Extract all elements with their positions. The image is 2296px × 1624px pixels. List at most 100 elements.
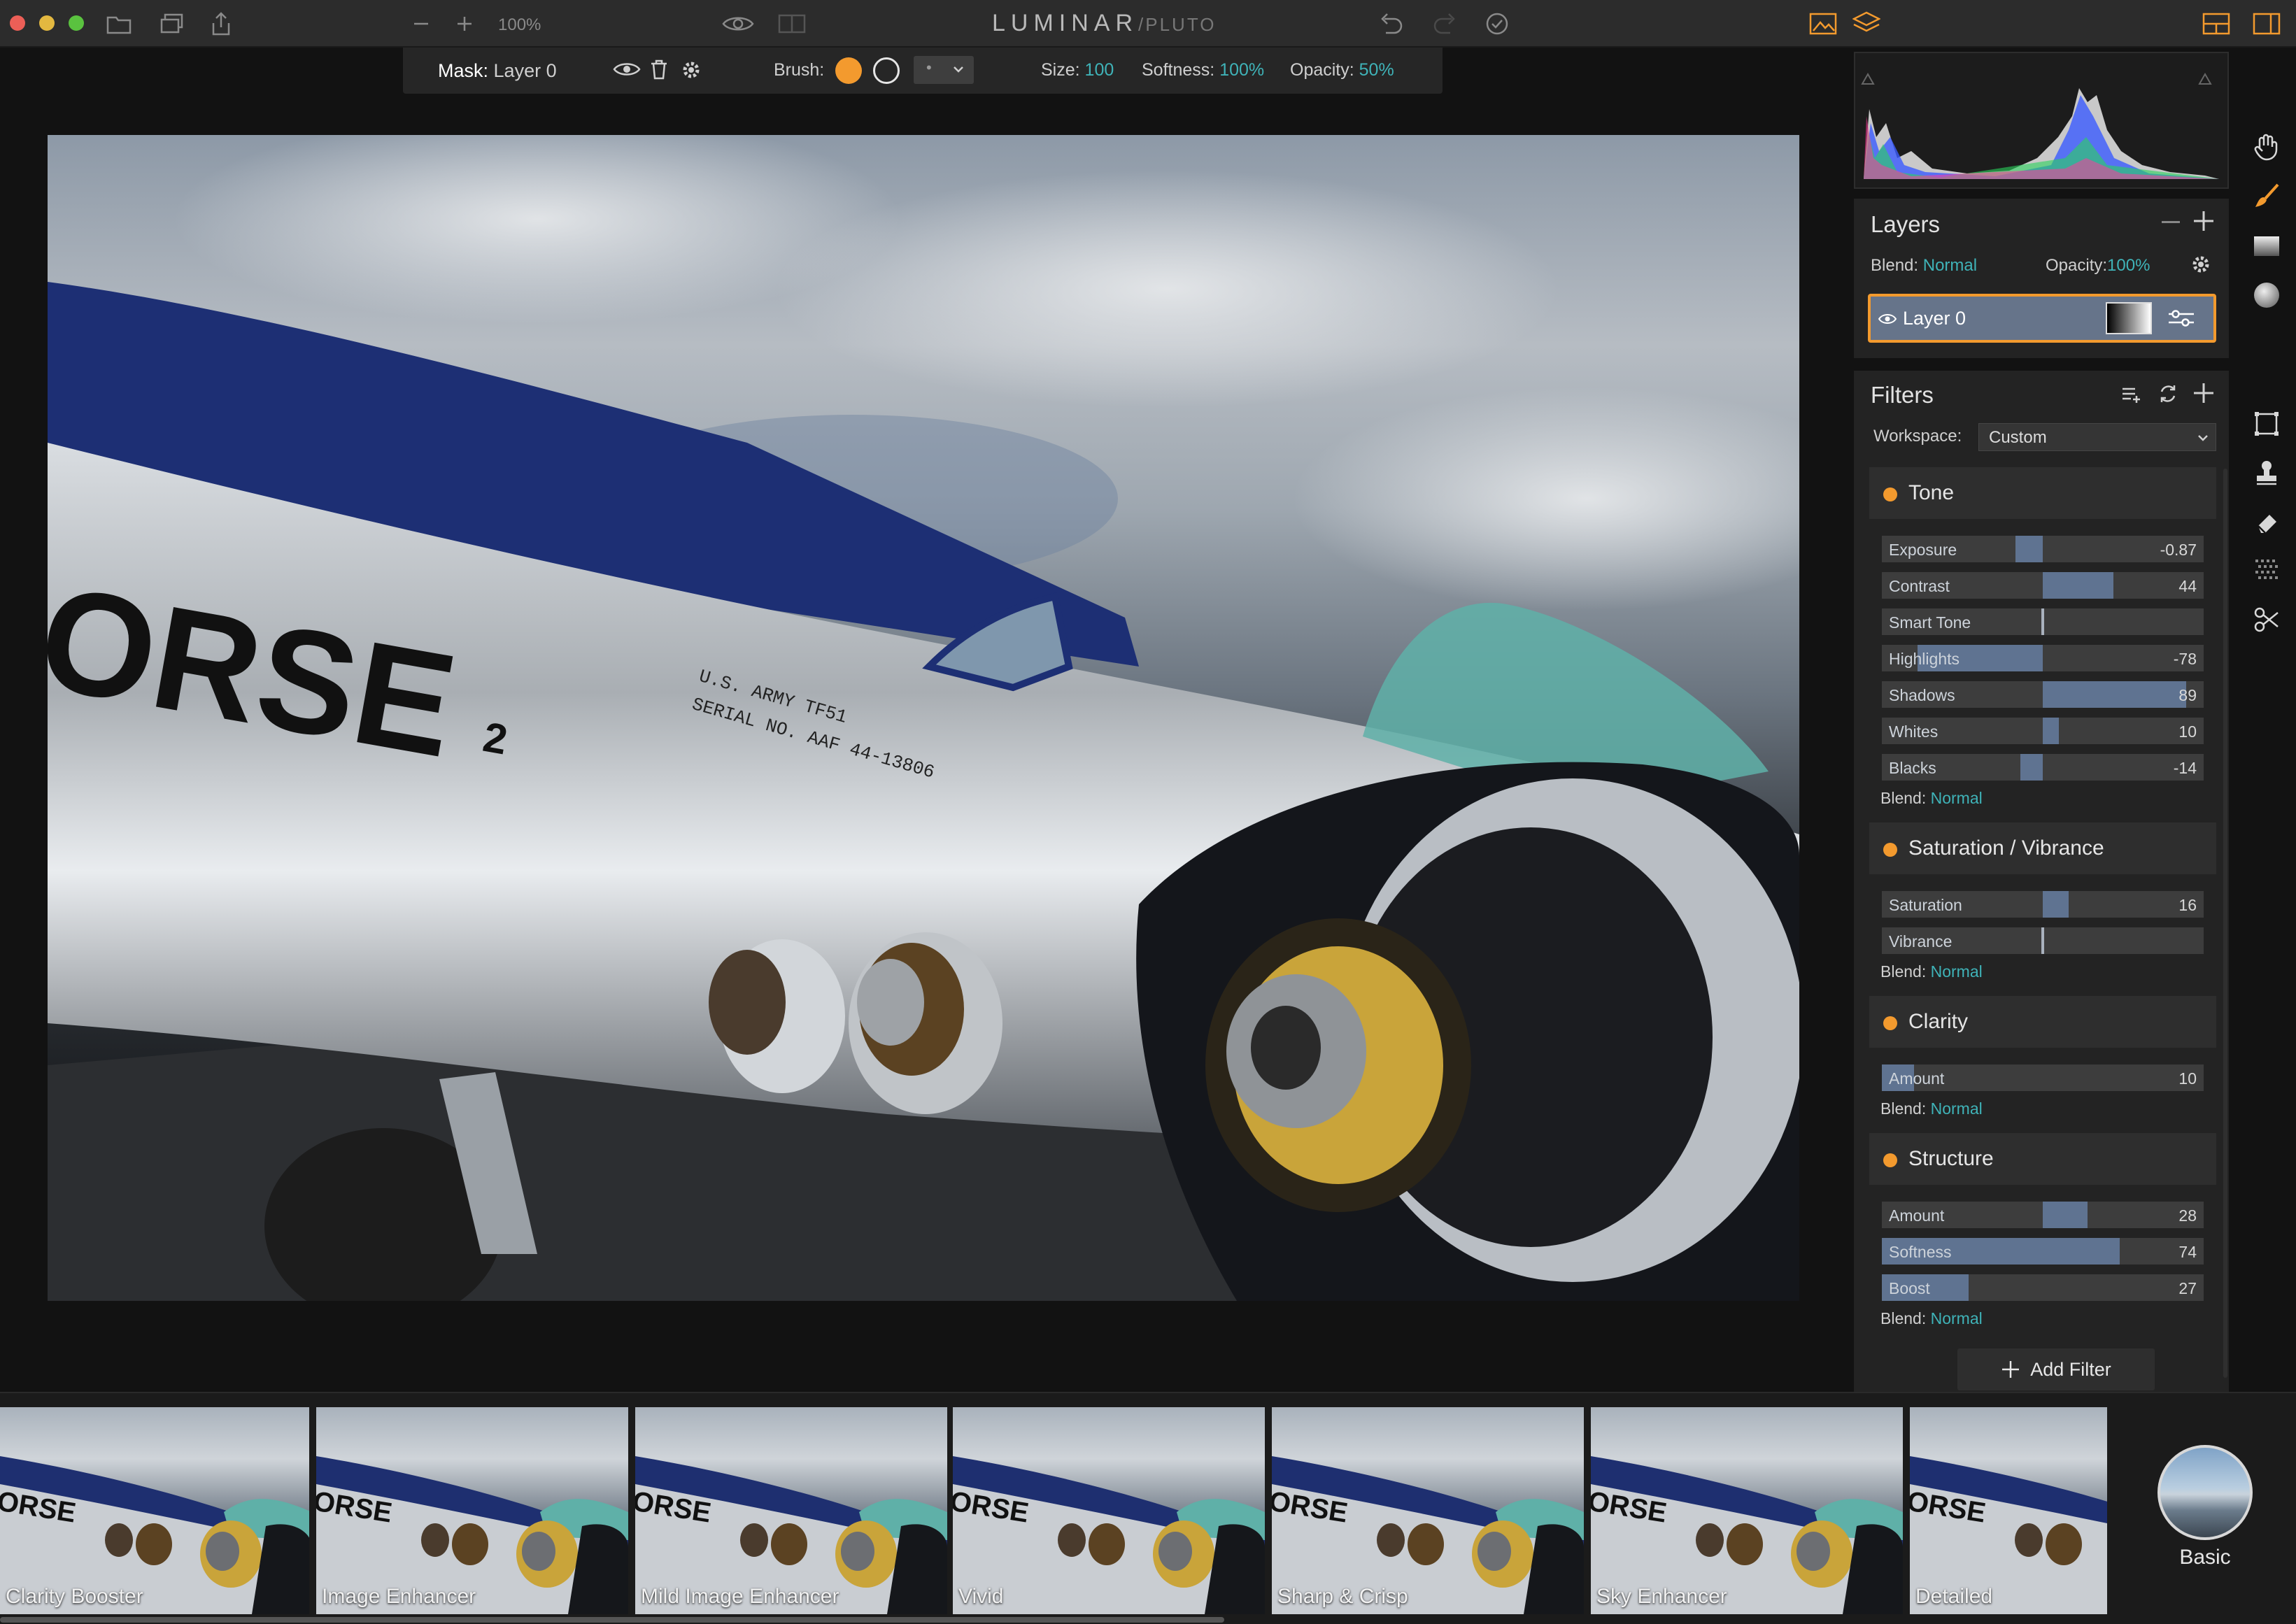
slider-value[interactable]: 27 (2178, 1279, 2197, 1298)
folder-icon[interactable] (105, 10, 133, 38)
slider-value[interactable]: -14 (2174, 759, 2197, 778)
close-icon[interactable] (10, 15, 25, 31)
filter-blend[interactable]: Blend: Normal (1880, 1309, 1983, 1328)
preset-category-icon[interactable] (2157, 1445, 2253, 1540)
slider-value[interactable]: 28 (2178, 1206, 2197, 1225)
filter-section-header[interactable]: Structure (1869, 1133, 2216, 1185)
layer-item[interactable]: Layer 0 (1868, 294, 2216, 343)
preset-thumbnail[interactable]: ORSE Mild Image Enhancer (635, 1407, 947, 1614)
gear-icon[interactable] (680, 59, 702, 86)
noise-icon[interactable] (2251, 555, 2282, 586)
preset-thumbnail[interactable]: ORSE Clarity Booster (0, 1407, 309, 1614)
minimize-icon[interactable] (39, 15, 55, 31)
preset-thumbnail[interactable]: ORSE Vivid (953, 1407, 1265, 1614)
preset-thumbnail[interactable]: ORSE Image Enhancer (316, 1407, 628, 1614)
filter-enabled-toggle[interactable] (1883, 487, 1897, 501)
eye-icon[interactable] (721, 10, 756, 38)
filter-enabled-toggle[interactable] (1883, 1153, 1897, 1167)
layers-icon[interactable] (1851, 10, 1882, 38)
filter-blend[interactable]: Blend: Normal (1880, 962, 1983, 981)
slider-value[interactable]: 10 (2178, 722, 2197, 741)
zoom-level[interactable]: 100% (498, 15, 541, 35)
filter-slider[interactable]: Exposure -0.87 (1882, 536, 2204, 562)
filter-blend[interactable]: Blend: Normal (1880, 789, 1983, 808)
preset-thumbnail[interactable]: ORSE Sky Enhancer (1591, 1407, 1903, 1614)
crop-icon[interactable] (2251, 408, 2282, 439)
slider-value[interactable]: 10 (2178, 1069, 2197, 1088)
undo-icon[interactable] (1375, 10, 1406, 38)
filter-slider[interactable]: Softness 74 (1882, 1238, 2204, 1265)
trash-icon[interactable] (649, 59, 669, 85)
blend-mode-value[interactable]: Normal (1931, 962, 1983, 981)
slider-value[interactable]: 16 (2178, 896, 2197, 915)
filter-enabled-toggle[interactable] (1883, 1016, 1897, 1030)
refresh-icon[interactable] (2157, 383, 2178, 408)
remove-layer-button[interactable] (2162, 221, 2180, 223)
brush-icon[interactable] (2251, 180, 2282, 211)
filter-slider[interactable]: Contrast 44 (1882, 572, 2204, 599)
gradient-icon[interactable] (2251, 231, 2282, 262)
filter-slider[interactable]: Amount 10 (1882, 1064, 2204, 1091)
filter-slider[interactable]: Smart Tone (1882, 608, 2204, 635)
filter-slider[interactable]: Vibrance (1882, 927, 2204, 954)
filter-section-header[interactable]: Clarity (1869, 996, 2216, 1048)
preset-category-label[interactable]: Basic (2156, 1546, 2254, 1569)
image-icon[interactable] (1808, 10, 1838, 38)
filter-section-header[interactable]: Saturation / Vibrance (1869, 822, 2216, 874)
share-icon[interactable] (207, 10, 235, 38)
stamp-icon[interactable] (2251, 457, 2282, 488)
filter-slider[interactable]: Blacks -14 (1882, 754, 2204, 781)
blend-mode-value[interactable]: Normal (1931, 1099, 1983, 1118)
eye-icon[interactable] (613, 59, 641, 85)
brush-opacity[interactable]: Opacity: 50% (1290, 60, 1394, 80)
eraser-icon[interactable] (2251, 506, 2282, 537)
hand-icon[interactable] (2251, 131, 2282, 162)
eye-icon[interactable] (1878, 312, 1897, 326)
workspace-dropdown[interactable]: Custom (1978, 423, 2216, 451)
layer-mask-thumbnail[interactable] (2106, 302, 2152, 334)
layer-opacity[interactable]: Opacity:100% (2046, 256, 2150, 276)
brush-size[interactable]: Size: 100 (1041, 60, 1114, 80)
filter-blend[interactable]: Blend: Normal (1880, 1099, 1983, 1118)
paint-brush-button[interactable] (835, 57, 862, 84)
layer-blend[interactable]: Blend: Normal (1871, 256, 1977, 276)
add-filter-icon[interactable] (2192, 382, 2215, 408)
photo-canvas[interactable]: ORSE 2 U.S. ARMY TF51 SERIAL NO. AAF 44-… (48, 135, 1799, 1301)
add-filter-button[interactable]: Add Filter (1957, 1348, 2155, 1390)
copy-icon[interactable] (158, 10, 186, 38)
filter-slider[interactable]: Saturation 16 (1882, 891, 2204, 918)
layout-icon[interactable] (2201, 10, 2232, 38)
slider-value[interactable]: 74 (2178, 1243, 2197, 1262)
radial-icon[interactable] (2251, 280, 2282, 311)
sliders-icon[interactable] (2167, 308, 2195, 329)
redo-icon[interactable] (1430, 10, 1461, 38)
gear-icon[interactable] (2190, 253, 2212, 279)
slider-value[interactable]: 44 (2178, 577, 2197, 596)
preset-thumbnail[interactable]: ORSE Sharp & Crisp (1272, 1407, 1584, 1614)
filter-slider[interactable]: Amount 28 (1882, 1202, 2204, 1228)
brush-softness[interactable]: Softness: 100% (1142, 60, 1264, 80)
presets-scrollbar[interactable] (0, 1617, 1224, 1623)
preset-thumbnail[interactable]: ORSE Detailed (1910, 1407, 2107, 1614)
slider-value[interactable]: -78 (2174, 650, 2197, 669)
filter-slider[interactable]: Highlights -78 (1882, 645, 2204, 671)
scissors-icon[interactable] (2251, 604, 2282, 635)
check-icon[interactable] (1482, 10, 1512, 38)
sidebar-icon[interactable] (2251, 10, 2282, 38)
blend-mode-value[interactable]: Normal (1931, 789, 1983, 807)
compare-icon[interactable] (777, 10, 807, 38)
zoom-icon[interactable] (69, 15, 84, 31)
slider-value[interactable]: -0.87 (2160, 541, 2197, 560)
filter-list-icon[interactable] (2121, 383, 2142, 408)
filter-slider[interactable]: Boost 27 (1882, 1274, 2204, 1301)
erase-brush-button[interactable] (873, 57, 900, 84)
filter-enabled-toggle[interactable] (1883, 843, 1897, 857)
zoom-in-icon[interactable] (452, 10, 477, 38)
brush-preset-dropdown[interactable]: • (914, 56, 974, 84)
filters-scrollbar[interactable] (2223, 469, 2227, 1378)
filter-section-header[interactable]: Tone (1869, 467, 2216, 519)
filter-slider[interactable]: Shadows 89 (1882, 681, 2204, 708)
blend-mode-value[interactable]: Normal (1931, 1309, 1983, 1327)
zoom-out-icon[interactable] (409, 10, 434, 38)
slider-value[interactable]: 89 (2178, 686, 2197, 705)
